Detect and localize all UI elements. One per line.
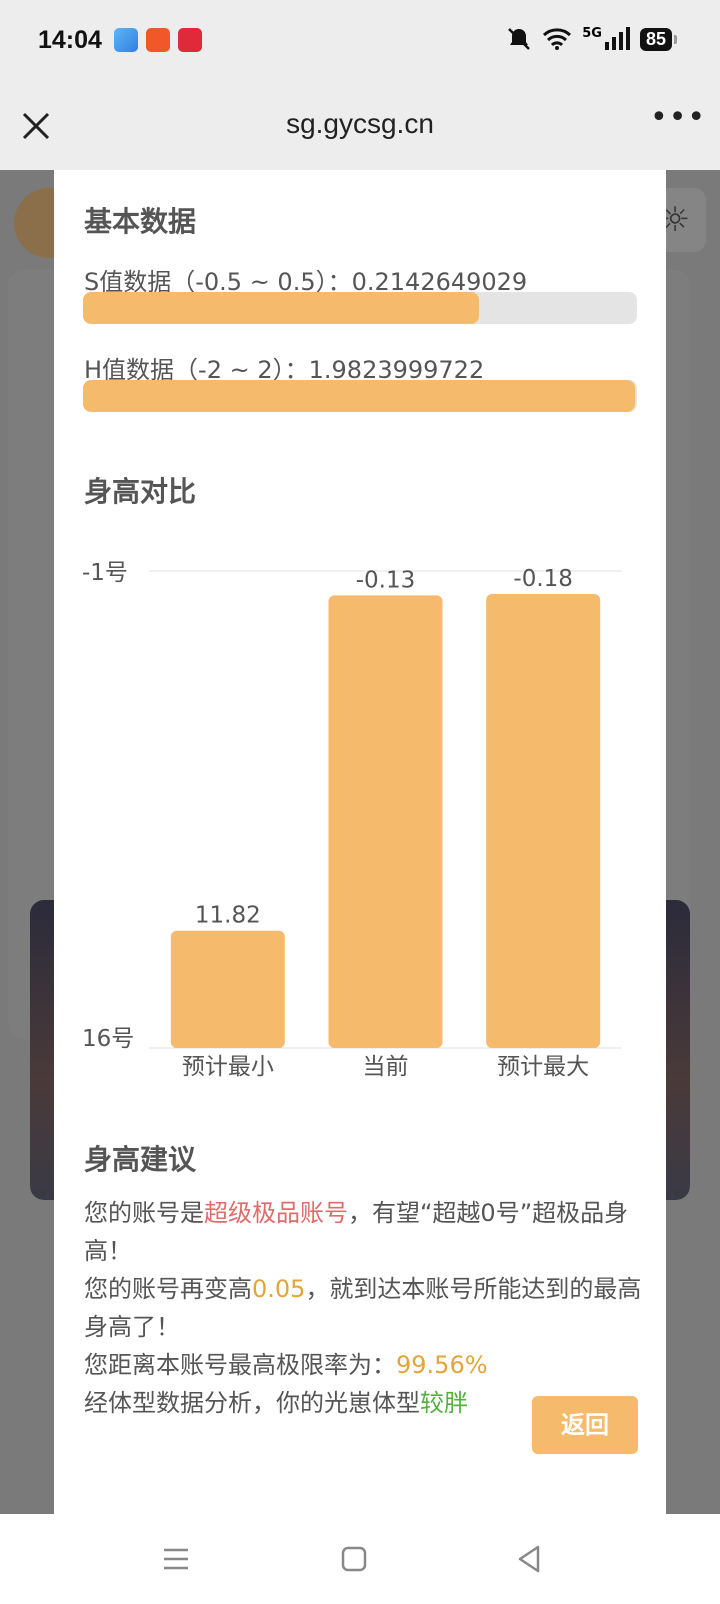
h-value-bar	[83, 380, 637, 412]
bar-2	[486, 594, 601, 1048]
advice-text: 您的账号是超级极品账号，有望“超越0号”超极品身高！ 您的账号再变高0.05，就…	[84, 1194, 644, 1422]
advice-line4-prefix: 经体型数据分析，你的光崽体型	[84, 1389, 420, 1417]
s-value-bar-fill	[83, 292, 479, 324]
status-time: 14:04	[38, 26, 102, 54]
mute-bell-icon	[508, 28, 531, 50]
result-dialog: 基本数据 S值数据（-0.5 ~ 0.5）：0.2142649029 H值数据（…	[54, 170, 666, 1514]
system-nav-bar	[0, 1514, 720, 1604]
network-label: 5G	[582, 25, 602, 41]
height-compare-chart: -1号 16号 11.82 预计最小 -0.13 当前 -0.18 预计最大	[54, 540, 666, 1080]
bar-value-label-1: -0.13	[356, 567, 416, 593]
advice-line2-prefix: 您的账号再变高	[84, 1275, 252, 1303]
close-icon[interactable]	[18, 108, 54, 144]
y-tick-label-bottom: 16号	[82, 1026, 134, 1052]
x-tick-label-2: 预计最大	[497, 1054, 589, 1080]
pinduoduo-app-icon	[146, 28, 170, 52]
basic-data-title: 基本数据	[84, 205, 197, 238]
account-grade: 超级极品账号	[204, 1199, 348, 1227]
bar-0	[170, 930, 285, 1048]
photos-app-icon	[114, 28, 138, 52]
menu-icon[interactable]	[156, 1539, 196, 1579]
red-app-icon	[178, 28, 202, 52]
height-advice-title: 身高建议	[84, 1143, 197, 1176]
bar-1	[328, 595, 443, 1048]
height-gap-value: 0.05	[252, 1275, 306, 1303]
x-tick-label-1: 当前	[363, 1054, 409, 1080]
h-value-bar-fill	[83, 380, 635, 412]
height-compare-title: 身高对比	[84, 475, 197, 508]
battery-indicator: 85	[639, 27, 678, 51]
browser-nav-bar: sg.gycsg.cn •••	[0, 86, 720, 170]
url-title: sg.gycsg.cn	[286, 108, 434, 139]
body-type-value: 较胖	[420, 1389, 468, 1417]
signal-icon	[604, 27, 630, 50]
s-value-bar	[83, 292, 637, 324]
status-bar: 14:04 5G 85	[0, 0, 720, 86]
bar-value-label-2: -0.18	[513, 566, 573, 592]
back-button[interactable]: 返回	[532, 1396, 638, 1454]
bar-chart: -1号 16号 11.82 预计最小 -0.13 当前 -0.18 预计最大	[82, 560, 622, 1080]
x-tick-label-0: 预计最小	[182, 1054, 274, 1080]
advice-line3-prefix: 您距离本账号最高极限率为：	[84, 1351, 396, 1379]
back-icon[interactable]	[510, 1539, 550, 1579]
advice-line1-prefix: 您的账号是	[84, 1199, 204, 1227]
more-dots-icon[interactable]: •••	[650, 103, 705, 138]
y-tick-label-top: -1号	[82, 560, 128, 586]
wifi-icon	[543, 28, 572, 50]
limit-rate-value: 99.56%	[396, 1351, 488, 1379]
home-icon[interactable]	[334, 1539, 374, 1579]
bar-value-label-0: 11.82	[195, 903, 261, 929]
